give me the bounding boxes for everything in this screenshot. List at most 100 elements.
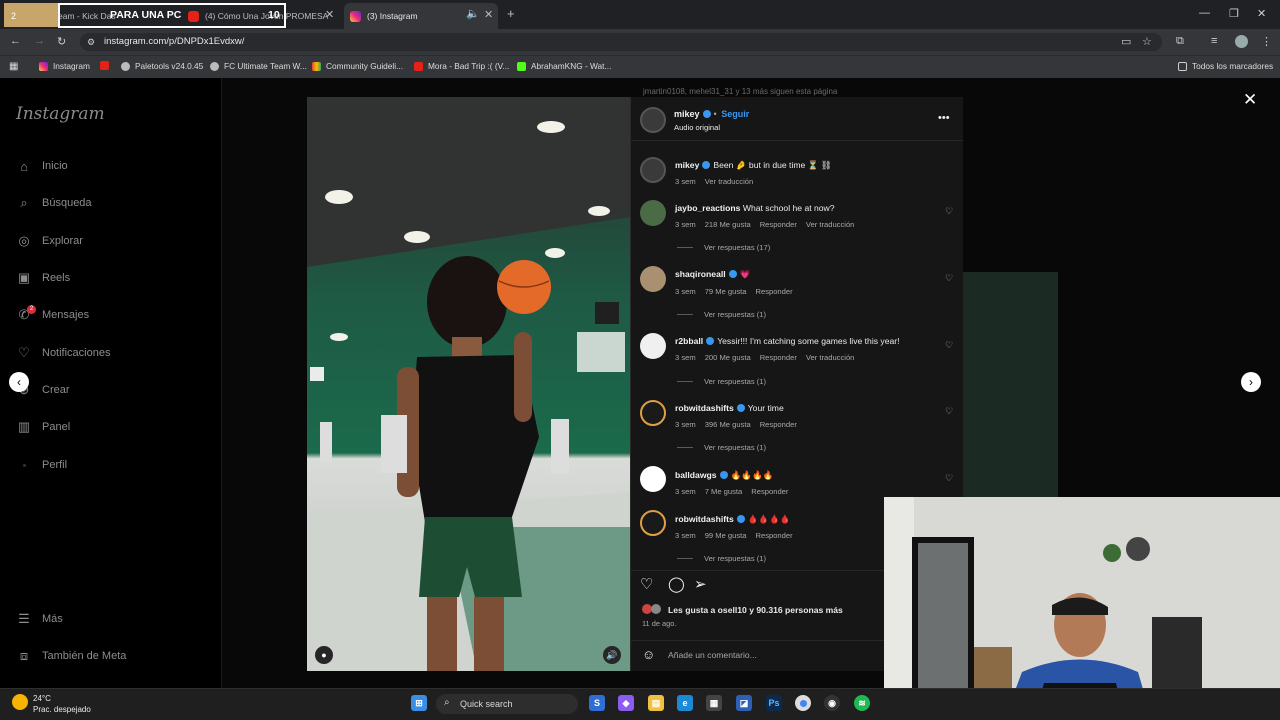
weather-widget[interactable]: 24°C Prac. despejado (33, 693, 91, 715)
comment-likes[interactable]: 396 Me gusta (705, 420, 751, 429)
comment-likes[interactable]: 99 Me gusta (705, 531, 747, 540)
next-post-arrow-icon[interactable]: › (1241, 372, 1261, 392)
view-replies[interactable]: Ver respuestas (1) (677, 554, 766, 563)
copilot-icon[interactable]: ◆ (618, 695, 634, 711)
like-comment-heart-icon[interactable]: ♡ (945, 273, 953, 284)
bookmark-kick[interactable]: AbrahamKNG - Wat... (517, 61, 611, 71)
comment-avatar[interactable] (640, 466, 666, 492)
reply-link[interactable]: Responder (760, 420, 797, 429)
comment-user[interactable]: mikey (675, 160, 699, 170)
add-comment-input[interactable]: Añade un comentario... (668, 650, 757, 660)
comment-avatar[interactable] (640, 510, 666, 536)
comment-avatar[interactable] (640, 400, 666, 426)
tagged-user-icon[interactable]: ● (315, 646, 333, 664)
close-window-icon[interactable]: ✕ (1257, 7, 1266, 20)
audio-icon[interactable]: 🔊 (603, 646, 621, 664)
spotify-icon[interactable]: ≋ (854, 695, 870, 711)
comment-user[interactable]: robwitdashifts (675, 403, 734, 413)
close-modal-icon[interactable]: ✕ (1243, 90, 1257, 110)
author-avatar[interactable] (640, 157, 666, 183)
share-icon[interactable]: ➢ (694, 575, 707, 593)
windows-start-icon[interactable]: ⊞ (411, 695, 427, 711)
sidebar-item-meta[interactable]: ⧈ También de Meta (16, 648, 127, 664)
instagram-logo[interactable]: Instagram (16, 104, 105, 124)
site-info-icon[interactable]: ⚙ (87, 37, 95, 48)
new-tab-icon[interactable]: + (507, 6, 515, 21)
app-icon[interactable]: ◪ (736, 695, 752, 711)
like-comment-heart-icon[interactable]: ♡ (945, 340, 953, 351)
comment-user[interactable]: balldawgs (675, 470, 717, 480)
photoshop-icon[interactable]: Ps (766, 695, 782, 711)
translate-link[interactable]: Ver traducción (705, 177, 754, 186)
likes-summary[interactable]: Les gusta a osell10 y 90.316 personas má… (668, 605, 843, 615)
more-options-icon[interactable]: ••• (938, 112, 950, 124)
close-tab-icon[interactable]: ✕ (484, 8, 493, 21)
obs-icon[interactable]: ◉ (824, 695, 840, 711)
sidebar-item-perfil[interactable]: Perfil (16, 457, 67, 473)
store-icon[interactable]: ▦ (706, 695, 722, 711)
extensions-icon[interactable]: ⧉ (1176, 35, 1184, 48)
file-explorer-icon[interactable]: ▤ (648, 695, 664, 711)
steam-icon[interactable]: S (589, 695, 605, 711)
author-name[interactable]: mikey (674, 109, 700, 119)
comment-likes[interactable]: 7 Me gusta (705, 487, 743, 496)
weather-sun-icon[interactable] (12, 694, 28, 710)
translate-link[interactable]: Ver traducción (806, 220, 855, 229)
view-replies[interactable]: Ver respuestas (1) (677, 310, 766, 319)
close-tab-icon[interactable]: ✕ (325, 8, 334, 21)
post-image[interactable]: ● 🔊 (307, 97, 630, 671)
sidebar-item-reels[interactable]: ▣ Reels (16, 270, 70, 286)
url-text[interactable]: instagram.com/p/DNPDx1Evdxw/ (104, 36, 244, 47)
comment-avatar[interactable] (640, 266, 666, 292)
audio-playing-icon[interactable]: 🔈 (466, 7, 480, 20)
reply-link[interactable]: Responder (755, 531, 792, 540)
sidebar-item-panel[interactable]: ▥ Panel (16, 419, 70, 435)
comment-likes[interactable]: 218 Me gusta (705, 220, 751, 229)
like-comment-heart-icon[interactable]: ♡ (945, 206, 953, 217)
reply-link[interactable]: Responder (760, 220, 797, 229)
reply-link[interactable]: Responder (751, 487, 788, 496)
like-comment-heart-icon[interactable]: ♡ (945, 406, 953, 417)
menu-icon[interactable]: ⋮ (1261, 35, 1272, 48)
emoji-icon[interactable]: ☺ (642, 647, 655, 662)
bookmark-youtube[interactable] (100, 61, 114, 70)
like-heart-icon[interactable]: ♡ (640, 575, 653, 593)
sidebar-item-inicio[interactable]: ⌂ Inicio (16, 158, 68, 174)
like-comment-heart-icon[interactable]: ♡ (945, 473, 953, 484)
forward-icon[interactable]: → (34, 35, 45, 47)
back-icon[interactable]: ← (10, 35, 21, 47)
audio-label[interactable]: Audio original (674, 123, 720, 132)
sidebar-item-busqueda[interactable]: ⌕ Búsqueda (16, 195, 91, 211)
view-replies[interactable]: Ver respuestas (1) (677, 443, 766, 452)
bookmark-mora[interactable]: Mora - Bad Trip :( (V... (414, 61, 509, 71)
sidebar-item-mas[interactable]: ☰ Más (16, 611, 63, 627)
reply-link[interactable]: Responder (760, 353, 797, 362)
profile-avatar-icon[interactable] (1235, 35, 1248, 48)
comment-likes[interactable]: 79 Me gusta (705, 287, 747, 296)
view-replies[interactable]: Ver respuestas (17) (677, 243, 770, 252)
comment-icon[interactable]: ◯ (668, 575, 685, 593)
chrome-icon[interactable] (795, 695, 811, 711)
reading-list-icon[interactable]: ≡ (1211, 35, 1217, 47)
bookmark-community[interactable]: Community Guideli... (312, 61, 403, 71)
translate-link[interactable]: Ver traducción (806, 353, 855, 362)
minimize-icon[interactable]: — (1199, 7, 1210, 19)
comment-avatar[interactable] (640, 200, 666, 226)
reply-link[interactable]: Responder (755, 287, 792, 296)
apps-icon[interactable]: ▦ (9, 61, 18, 72)
sidebar-item-notificaciones[interactable]: ♡ Notificaciones (16, 345, 110, 361)
bookmark-star-icon[interactable]: ☆ (1142, 35, 1152, 48)
bookmark-paletools[interactable]: Paletools v24.0.45 (121, 61, 203, 71)
comment-user[interactable]: robwitdashifts (675, 514, 734, 524)
edge-icon[interactable]: e (677, 695, 693, 711)
reload-icon[interactable]: ↻ (57, 35, 66, 48)
author-avatar[interactable] (640, 107, 666, 133)
bookmark-instagram[interactable]: Instagram (39, 61, 90, 71)
comment-user[interactable]: r2bball (675, 336, 703, 346)
comment-user[interactable]: jaybo_reactions (675, 203, 740, 213)
cast-icon[interactable]: ▭ (1121, 35, 1131, 48)
comment-likes[interactable]: 200 Me gusta (705, 353, 751, 362)
comment-avatar[interactable] (640, 333, 666, 359)
sidebar-item-explorar[interactable]: ◎ Explorar (16, 233, 83, 249)
bookmark-fc-ultimate[interactable]: FC Ultimate Team W... (210, 61, 307, 71)
